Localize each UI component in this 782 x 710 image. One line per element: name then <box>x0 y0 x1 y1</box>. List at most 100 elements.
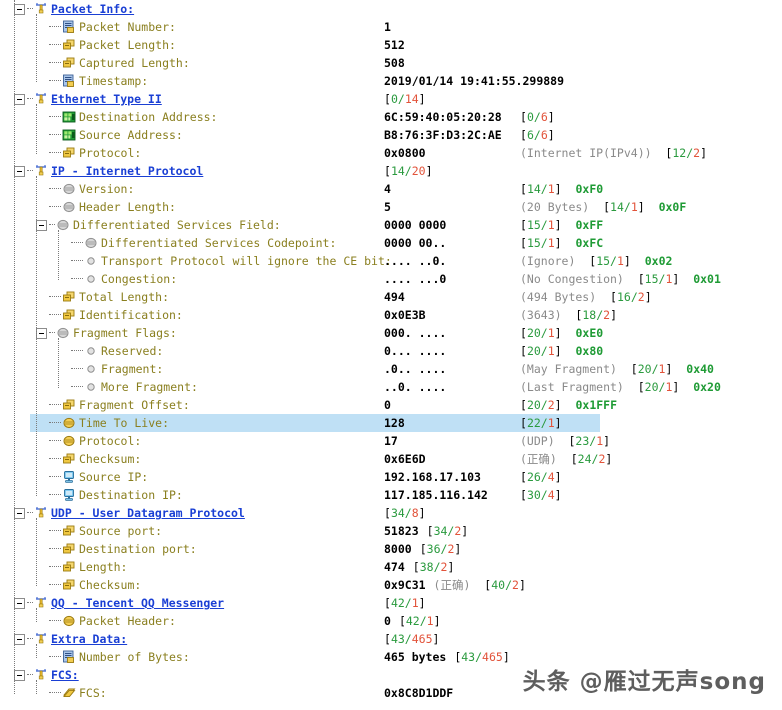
tree-field-row[interactable]: Destination port: 8000 [36/2] <box>0 540 782 558</box>
field-value: 6C:59:40:05:20:28 <box>384 110 502 124</box>
tree-field-row[interactable]: Packet Header: 0 [42/1] <box>0 612 782 630</box>
protocol-link-label[interactable]: FCS: <box>51 668 79 682</box>
bit-mask-value: 0xFF <box>575 218 604 232</box>
tree-field-row[interactable]: Transport Protocol will ignore the CE bi… <box>0 252 782 270</box>
tree-field-row[interactable]: Version: 4 [14/1] 0xF0 <box>0 180 782 198</box>
value-column: 0... .... [20/1] 0x80 <box>384 342 603 360</box>
row-label: Identification: <box>79 306 183 324</box>
bitfield-gray-icon <box>84 236 98 250</box>
collapse-expander-icon[interactable] <box>14 597 25 609</box>
tree-field-row[interactable]: Protocol: 17 (UDP) [23/1] <box>0 432 782 450</box>
tree-field-row[interactable]: Destination IP: 117.185.116.142 [30/4] <box>0 486 782 504</box>
protocol-link-label[interactable]: Extra Data: <box>51 632 127 646</box>
host-monitor-icon <box>62 488 76 502</box>
collapse-expander-icon[interactable] <box>14 669 25 681</box>
protocol-link-label[interactable]: Ethernet Type II <box>51 92 162 106</box>
tree-connector-line <box>49 62 61 64</box>
field-value: 512 <box>384 38 405 52</box>
field-name-label: Fragment Offset: <box>79 398 190 412</box>
tree-field-row[interactable]: Source port: 51823 [34/2] <box>0 522 782 540</box>
protocol-link-label[interactable]: IP - Internet Protocol <box>51 164 203 178</box>
field-value: 0 <box>384 398 391 412</box>
protocol-link-label[interactable]: Packet Info: <box>51 2 134 16</box>
tree-field-row[interactable]: Identification: 0x0E3B (3643) [18/2] <box>0 306 782 324</box>
tree-field-row[interactable]: Congestion: .... ...0 (No Congestion) [15/… <box>0 270 782 288</box>
tree-field-row[interactable]: Differentiated Services Codepoint: 0000 0… <box>0 234 782 252</box>
tree-field-row[interactable]: Fragment: .0.. .... (May Fragment) [20/1] … <box>0 360 782 378</box>
tree-field-row[interactable]: Fragment Flags: 000. .... [20/1] 0xE0 <box>0 324 782 342</box>
tree-field-row[interactable]: Protocol: 0x0800 (Internet IP(IPv4)) [12/2… <box>0 144 782 162</box>
collapse-expander-icon[interactable] <box>36 327 47 339</box>
byte-offset-range: [18/2] <box>575 308 618 322</box>
row-label: Timestamp: <box>79 72 148 90</box>
bytes-icon <box>62 56 76 70</box>
value-column: .... ...0 (No Congestion) [15/1] 0x01 <box>384 270 721 288</box>
packet-decode-tree[interactable]: Packet Info: Packet Number: 1 Packet Length… <box>0 0 782 710</box>
tree-group-row[interactable]: Ethernet Type II [0/14] <box>0 90 782 108</box>
value-annotations: [42/1] <box>399 614 441 628</box>
bitfield-gray-icon <box>56 326 70 340</box>
collapse-expander-icon[interactable] <box>14 165 25 177</box>
tree-field-row[interactable]: Total Length: 494 (494 Bytes) [16/2] <box>0 288 782 306</box>
tree-field-row[interactable]: Checksum: 0x6E6D (正确) [24/2] <box>0 450 782 468</box>
row-label: Protocol: <box>79 432 141 450</box>
field-value: 117.185.116.142 <box>384 488 488 502</box>
collapse-expander-icon[interactable] <box>14 3 25 15</box>
tree-group-row[interactable]: QQ - Tencent QQ Messenger [42/1] <box>0 594 782 612</box>
row-label: Packet Info: <box>51 0 134 18</box>
tree-field-row[interactable]: Source Address: B8:76:3F:D3:2C:AE [6/6] <box>0 126 782 144</box>
protocol-link-label[interactable]: UDP - User Datagram Protocol <box>51 506 245 520</box>
tree-group-row[interactable]: IP - Internet Protocol [14/20] <box>0 162 782 180</box>
bit-dot-icon <box>84 380 98 394</box>
collapse-expander-icon[interactable] <box>14 633 25 645</box>
field-value: 508 <box>384 56 405 70</box>
tree-connector-line <box>49 152 61 154</box>
value-column: 0x0E3B (3643) [18/2] <box>384 306 617 324</box>
tree-field-row[interactable]: Time To Live: 128 [22/1] <box>0 414 782 432</box>
collapse-expander-icon[interactable] <box>14 93 25 105</box>
bit-mask-value: 0x02 <box>644 254 673 268</box>
row-label: FCS: <box>79 684 107 702</box>
field-value: 51823 <box>384 524 419 538</box>
tree-field-row[interactable]: Source IP: 192.168.17.103 [26/4] <box>0 468 782 486</box>
annotation-group: (Last Fragment) [20/1] 0x20 <box>520 378 721 396</box>
tree-field-row[interactable]: Fragment Offset: 0 [20/2] 0x1FFF <box>0 396 782 414</box>
field-name-label: More Fragment: <box>101 380 198 394</box>
bit-dot-icon <box>84 272 98 286</box>
field-value: 2019/01/14 19:41:55.299889 <box>384 74 565 88</box>
tree-group-row[interactable]: Packet Info: <box>0 0 782 18</box>
field-value: 4 <box>384 182 391 196</box>
annotation-group: [42/1] <box>399 614 441 628</box>
annotation-group: [15/1] 0xFC <box>520 234 603 252</box>
annotation-group: [0/6] <box>520 108 555 126</box>
tree-field-row[interactable]: Checksum: 0x9C31 (正确) [40/2] <box>0 576 782 594</box>
tree-field-row[interactable]: More Fragment: ..0. .... (Last Fragment) [… <box>0 378 782 396</box>
tree-field-row[interactable]: Packet Length: 512 <box>0 36 782 54</box>
annotation-group: [26/4] <box>520 468 562 486</box>
tree-field-row[interactable]: Packet Number: 1 <box>0 18 782 36</box>
byte-offset-range: [38/2] <box>412 560 455 574</box>
row-label: Captured Length: <box>79 54 190 72</box>
tree-field-row[interactable]: Differentiated Services Field: 0000 0000 [… <box>0 216 782 234</box>
byte-offset-range: [0/14] <box>384 92 426 106</box>
byte-offset-range: [42/1] <box>398 614 441 628</box>
protocol-node-icon <box>34 164 48 178</box>
tree-group-row[interactable]: Extra Data: [43/465] <box>0 630 782 648</box>
tree-field-row[interactable]: Reserved: 0... .... [20/1] 0x80 <box>0 342 782 360</box>
tree-field-row[interactable]: Header Length: 5 (20 Bytes) [14/1] 0x0F <box>0 198 782 216</box>
collapse-expander-icon[interactable] <box>36 219 47 231</box>
protocol-node-icon <box>34 668 48 682</box>
row-label: Differentiated Services Field: <box>73 216 281 234</box>
tree-field-row[interactable]: Length: 474 [38/2] <box>0 558 782 576</box>
tree-field-row[interactable]: Destination Address: 6C:59:40:05:20:28 [0/… <box>0 108 782 126</box>
field-value: 192.168.17.103 <box>384 470 481 484</box>
value-column: 1 <box>384 18 391 36</box>
tree-connector-line <box>49 458 61 460</box>
field-name-label: Header Length: <box>79 200 176 214</box>
tree-connector-line <box>49 476 61 478</box>
tree-field-row[interactable]: Captured Length: 508 <box>0 54 782 72</box>
collapse-expander-icon[interactable] <box>14 507 25 519</box>
tree-field-row[interactable]: Timestamp: 2019/01/14 19:41:55.299889 <box>0 72 782 90</box>
protocol-link-label[interactable]: QQ - Tencent QQ Messenger <box>51 596 224 610</box>
tree-group-row[interactable]: UDP - User Datagram Protocol [34/8] <box>0 504 782 522</box>
